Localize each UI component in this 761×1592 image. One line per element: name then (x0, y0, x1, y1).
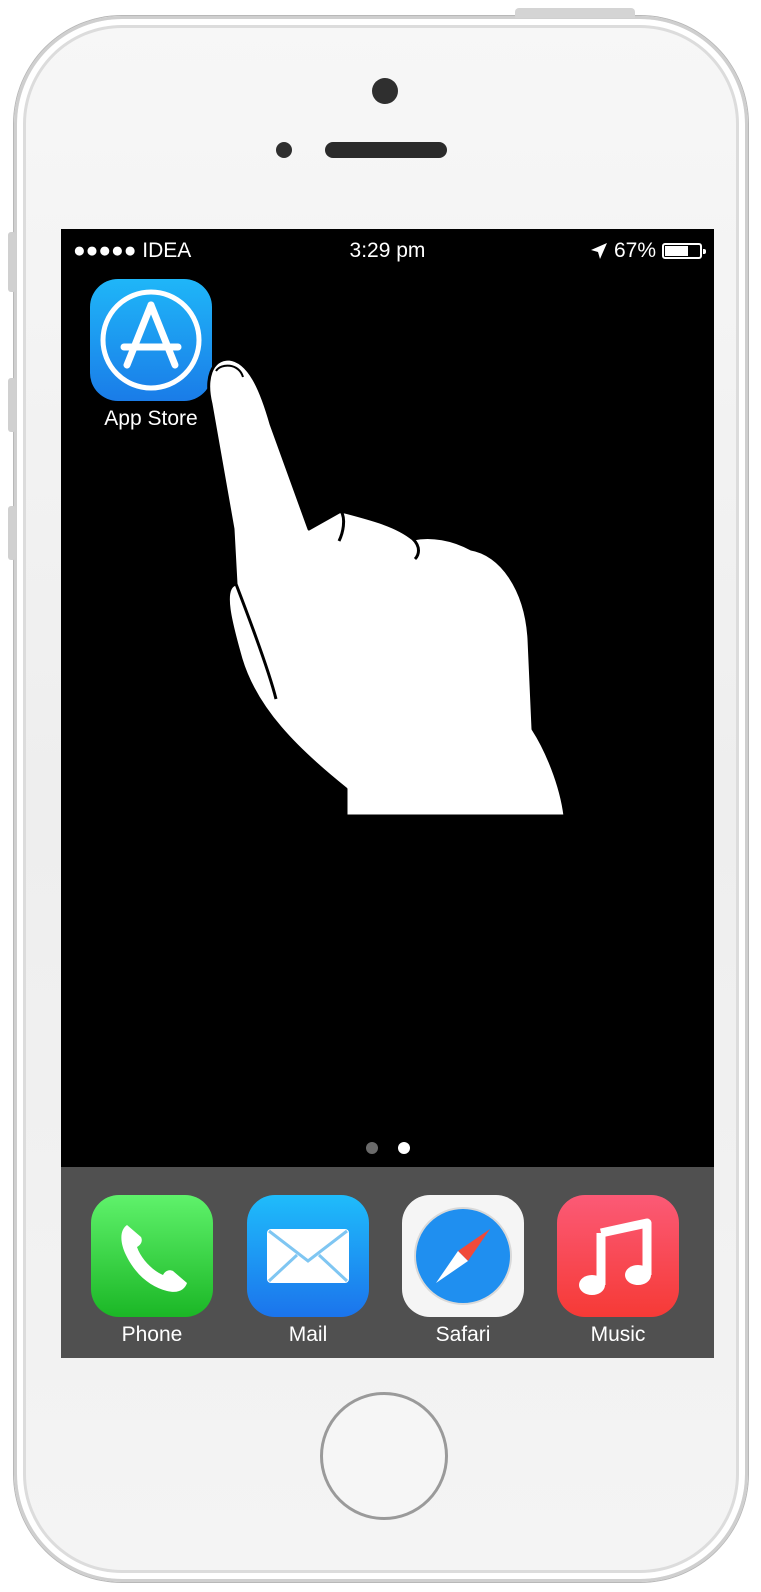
dock: Phone Mail Safari Music (61, 1167, 714, 1358)
mail-label: Mail (288, 1323, 328, 1346)
mail-icon[interactable] (247, 1195, 369, 1317)
phone-label: Phone (121, 1323, 183, 1346)
page-dot-2[interactable] (397, 1142, 410, 1154)
home-screen: ●●●●● IDEA 3:29 pm 67% App Store Phone M… (61, 229, 714, 1358)
safari-icon[interactable] (402, 1195, 524, 1317)
power-button (515, 8, 635, 18)
front-camera (372, 78, 398, 104)
home-button[interactable] (320, 1392, 448, 1520)
phone-icon[interactable] (91, 1195, 213, 1317)
mute-switch (8, 232, 16, 292)
mail-app[interactable]: Mail (247, 1195, 369, 1347)
page-dot-1[interactable] (365, 1142, 378, 1154)
music-label: Music (590, 1323, 646, 1346)
safari-label: Safari (435, 1323, 491, 1346)
proximity-sensor (276, 142, 292, 158)
safari-app[interactable]: Safari (402, 1195, 524, 1347)
page-indicator[interactable] (61, 1142, 714, 1154)
music-app[interactable]: Music (557, 1195, 679, 1347)
earpiece-speaker (325, 142, 447, 158)
volume-down-button (8, 506, 16, 560)
volume-up-button (8, 378, 16, 432)
music-icon[interactable] (557, 1195, 679, 1317)
phone-app[interactable]: Phone (91, 1195, 213, 1347)
